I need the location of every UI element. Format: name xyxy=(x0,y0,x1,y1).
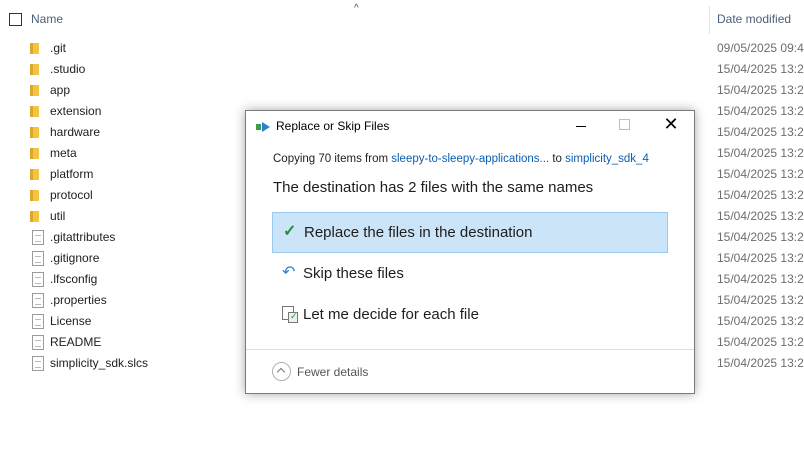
replace-files-label: Replace the files in the destination xyxy=(304,224,533,241)
file-date-modified: 15/04/2025 13:29 xyxy=(717,104,804,118)
file-icon xyxy=(31,356,45,371)
compare-files-icon xyxy=(282,306,298,323)
file-name: .gitattributes xyxy=(50,230,116,244)
file-row[interactable]: app 15/04/2025 13:26 xyxy=(0,80,804,101)
file-name: License xyxy=(50,314,92,328)
file-name: meta xyxy=(50,146,77,160)
copy-middle-text: to xyxy=(549,153,566,165)
column-header-bar: Name ^ Date modified xyxy=(0,0,804,38)
file-name: protocol xyxy=(50,188,93,202)
folder-icon xyxy=(30,209,45,223)
name-column-header[interactable]: Name xyxy=(31,12,63,26)
conflict-message: The destination has 2 files with the sam… xyxy=(273,179,594,196)
skip-undo-icon: ↶ xyxy=(282,264,296,281)
copy-summary: Copying 70 items from sleepy-to-sleepy-a… xyxy=(273,153,649,165)
file-date-modified: 15/04/2025 13:26 xyxy=(717,335,804,349)
file-date-modified: 15/04/2025 13:26 xyxy=(717,251,804,265)
file-name: simplicity_sdk.slcs xyxy=(50,356,149,370)
folder-icon xyxy=(30,146,45,160)
file-name: .gitignore xyxy=(50,251,100,265)
file-name: app xyxy=(50,83,71,97)
decide-each-file-option[interactable]: Let me decide for each file xyxy=(272,295,666,334)
file-icon xyxy=(31,293,45,308)
file-row[interactable]: .studio 15/04/2025 13:26 xyxy=(0,59,804,80)
file-icon xyxy=(31,335,45,350)
footer-divider xyxy=(246,349,694,350)
folder-icon xyxy=(30,41,45,55)
file-name: platform xyxy=(50,167,94,181)
file-date-modified: 15/04/2025 13:26 xyxy=(717,230,804,244)
source-folder-link[interactable]: sleepy-to-sleepy-applications... xyxy=(391,153,549,165)
file-icon xyxy=(31,272,45,287)
fewer-details-button[interactable]: Fewer details xyxy=(297,365,368,379)
replace-files-option[interactable]: ✓ Replace the files in the destination xyxy=(272,212,668,253)
close-button[interactable]: ✕ xyxy=(656,114,686,136)
file-date-modified: 15/04/2025 13:26 xyxy=(717,167,804,181)
file-name: extension xyxy=(50,104,102,118)
column-separator[interactable] xyxy=(709,6,710,34)
file-transfer-icon xyxy=(256,122,272,132)
file-date-modified: 15/04/2025 13:26 xyxy=(717,188,804,202)
file-date-modified: 15/04/2025 13:28 xyxy=(717,293,804,307)
file-date-modified: 15/04/2025 13:26 xyxy=(717,314,804,328)
file-date-modified: 15/04/2025 13:26 xyxy=(717,209,804,223)
file-icon xyxy=(31,251,45,266)
file-row[interactable]: .git 09/05/2025 09:40 xyxy=(0,38,804,59)
folder-icon xyxy=(30,104,45,118)
file-date-modified: 15/04/2025 13:26 xyxy=(717,125,804,139)
decide-each-file-label: Let me decide for each file xyxy=(303,306,479,323)
file-date-modified: 15/04/2025 13:26 xyxy=(717,146,804,160)
skip-files-label: Skip these files xyxy=(303,265,404,282)
sort-ascending-icon: ^ xyxy=(354,3,359,14)
replace-skip-dialog: Replace or Skip Files ✕ Copying 70 items… xyxy=(245,110,695,394)
copy-prefix-text: Copying 70 items from xyxy=(273,153,392,165)
minimize-button[interactable] xyxy=(568,114,598,136)
destination-folder-link[interactable]: simplicity_sdk_4 xyxy=(565,153,649,165)
file-icon xyxy=(31,230,45,245)
file-icon xyxy=(31,314,45,329)
file-name: .properties xyxy=(50,293,107,307)
checkmark-icon: ✓ xyxy=(283,223,297,240)
chevron-up-icon[interactable] xyxy=(272,362,291,381)
file-name: .git xyxy=(50,41,67,55)
date-modified-column-header[interactable]: Date modified xyxy=(717,12,791,26)
skip-files-option[interactable]: ↶ Skip these files xyxy=(272,254,666,293)
file-date-modified: 15/04/2025 13:26 xyxy=(717,62,804,76)
dialog-title: Replace or Skip Files xyxy=(276,119,390,133)
maximize-button[interactable] xyxy=(609,114,639,136)
folder-icon xyxy=(30,188,45,202)
folder-icon xyxy=(30,167,45,181)
file-name: README xyxy=(50,335,102,349)
file-name: util xyxy=(50,209,66,223)
folder-icon xyxy=(30,62,45,76)
file-name: hardware xyxy=(50,125,101,139)
file-date-modified: 15/04/2025 13:28 xyxy=(717,356,804,370)
folder-icon xyxy=(30,125,45,139)
file-date-modified: 15/04/2025 13:26 xyxy=(717,83,804,97)
file-name: .lfsconfig xyxy=(50,272,98,286)
folder-icon xyxy=(30,83,45,97)
file-date-modified: 15/04/2025 13:26 xyxy=(717,272,804,286)
file-date-modified: 09/05/2025 09:40 xyxy=(717,41,804,55)
select-all-checkbox[interactable] xyxy=(9,13,22,26)
file-name: .studio xyxy=(50,62,86,76)
